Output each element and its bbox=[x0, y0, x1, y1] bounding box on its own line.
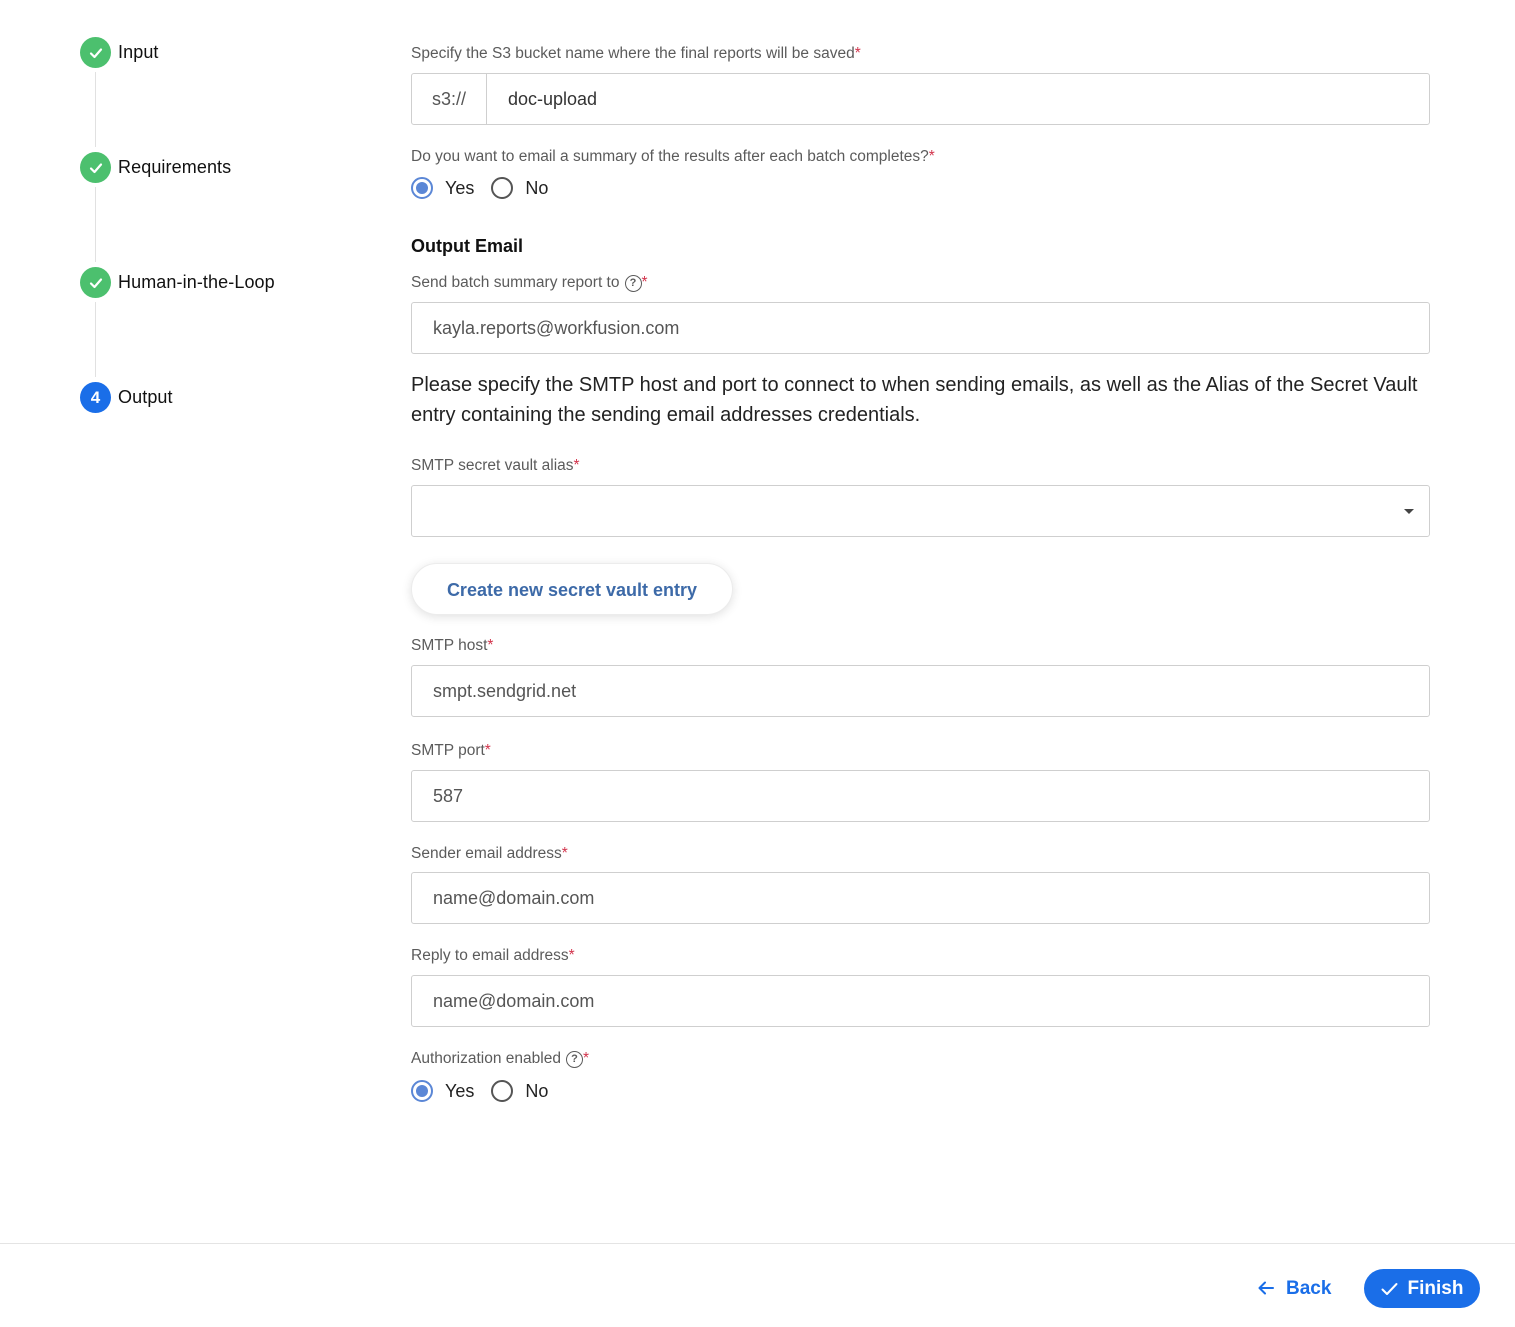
question-circle-icon[interactable]: ? bbox=[565, 1051, 583, 1068]
s3-prefix: s3:// bbox=[412, 74, 487, 124]
radio-checked-icon bbox=[411, 177, 433, 199]
s3-bucket-value: doc-upload bbox=[508, 89, 598, 109]
email-summary-no-radio[interactable]: No bbox=[491, 177, 548, 199]
smtp-host-input[interactable]: smpt.sendgrid.net bbox=[411, 665, 1430, 717]
smtp-port-placeholder: 587 bbox=[433, 786, 464, 806]
step-number: 4 bbox=[80, 382, 111, 413]
radio-unchecked-icon bbox=[491, 177, 514, 199]
step-label: Requirements bbox=[118, 157, 232, 177]
required-mark: * bbox=[487, 637, 494, 654]
s3-bucket-input[interactable]: s3:// doc-upload bbox=[411, 73, 1430, 125]
check-icon bbox=[1381, 1282, 1398, 1296]
reply-email-placeholder: name@domain.com bbox=[433, 991, 595, 1011]
step-output[interactable]: 4 Output bbox=[80, 382, 173, 413]
email-summary-yes-radio[interactable]: Yes bbox=[411, 177, 474, 199]
authorization-label: Authorization enabled? * bbox=[411, 1050, 589, 1068]
step-requirements[interactable]: Requirements bbox=[80, 152, 231, 183]
check-icon bbox=[80, 267, 111, 298]
caret-down-icon bbox=[1404, 509, 1414, 514]
required-mark: * bbox=[484, 742, 491, 759]
required-mark: * bbox=[568, 947, 575, 964]
check-icon bbox=[80, 37, 111, 68]
create-vault-entry-button[interactable]: Create new secret vault entry bbox=[411, 563, 733, 615]
sender-email-input[interactable]: name@domain.com bbox=[411, 872, 1430, 924]
step-label: Input bbox=[118, 42, 159, 62]
smtp-info-text: Please specify the SMTP host and port to… bbox=[411, 374, 1418, 426]
sender-email-placeholder: name@domain.com bbox=[433, 888, 595, 908]
step-label: Human-in-the-Loop bbox=[118, 272, 275, 292]
radio-unchecked-icon bbox=[491, 1080, 514, 1102]
authorization-yes-radio[interactable]: Yes bbox=[411, 1080, 474, 1102]
step-connector bbox=[95, 72, 96, 147]
sender-email-label: Sender email address* bbox=[411, 845, 568, 862]
reply-email-input[interactable]: name@domain.com bbox=[411, 975, 1430, 1027]
reply-email-label: Reply to email address* bbox=[411, 947, 575, 964]
required-mark: * bbox=[641, 274, 648, 291]
smtp-alias-label: SMTP secret vault alias* bbox=[411, 457, 580, 474]
send-to-input[interactable]: kayla.reports@workfusion.com bbox=[411, 302, 1430, 354]
finish-button[interactable]: Finish bbox=[1364, 1269, 1480, 1308]
required-mark: * bbox=[561, 845, 568, 862]
s3-bucket-label: Specify the S3 bucket name where the fin… bbox=[411, 45, 861, 62]
smtp-host-placeholder: smpt.sendgrid.net bbox=[433, 681, 577, 701]
back-label: Back bbox=[1286, 1278, 1332, 1299]
authorization-no-radio[interactable]: No bbox=[491, 1080, 548, 1102]
smtp-host-label: SMTP host* bbox=[411, 637, 494, 654]
email-summary-label: Do you want to email a summary of the re… bbox=[411, 148, 935, 165]
send-to-label: Send batch summary report to? * bbox=[411, 274, 648, 292]
smtp-port-input[interactable]: 587 bbox=[411, 770, 1430, 822]
check-icon bbox=[80, 152, 111, 183]
step-input[interactable]: Input bbox=[80, 37, 159, 68]
step-human-in-the-loop[interactable]: Human-in-the-Loop bbox=[80, 267, 275, 298]
radio-checked-icon bbox=[411, 1080, 433, 1102]
footer-bar: Back Finish bbox=[0, 1243, 1515, 1327]
required-mark: * bbox=[573, 457, 580, 474]
smtp-port-label: SMTP port* bbox=[411, 742, 491, 759]
arrow-left-icon bbox=[1258, 1278, 1274, 1301]
step-connector bbox=[95, 302, 96, 377]
step-label: Output bbox=[118, 387, 173, 407]
email-summary-radio-group: Yes No bbox=[411, 175, 565, 201]
authorization-radio-group: Yes No bbox=[411, 1078, 565, 1104]
send-to-placeholder: kayla.reports@workfusion.com bbox=[433, 318, 680, 338]
required-mark: * bbox=[582, 1050, 589, 1067]
back-button[interactable]: Back bbox=[1258, 1270, 1331, 1308]
output-email-title: Output Email bbox=[411, 236, 523, 256]
step-connector bbox=[95, 187, 96, 262]
question-circle-icon[interactable]: ? bbox=[624, 275, 642, 292]
required-mark: * bbox=[854, 45, 861, 62]
required-mark: * bbox=[928, 148, 935, 165]
finish-label: Finish bbox=[1407, 1277, 1464, 1299]
smtp-alias-select[interactable] bbox=[411, 485, 1430, 537]
